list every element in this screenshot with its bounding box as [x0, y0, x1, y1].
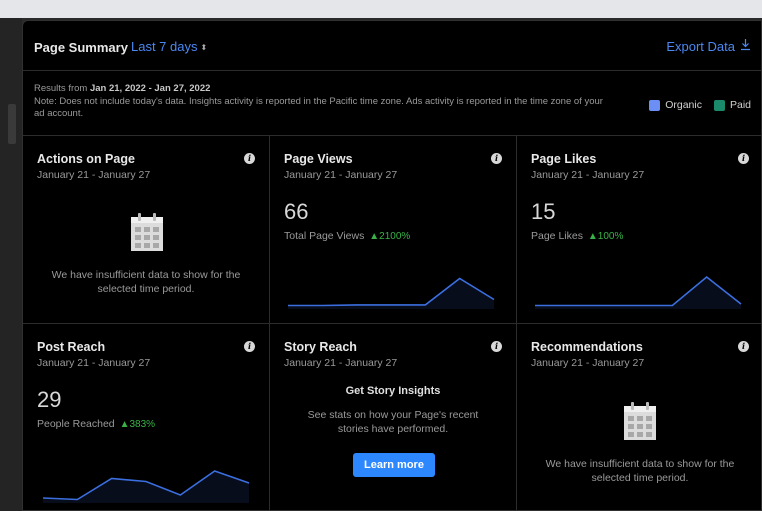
- post-reach-sparkline: [42, 470, 250, 503]
- info-icon[interactable]: i: [244, 341, 255, 352]
- info-icon[interactable]: i: [244, 153, 255, 164]
- page-views-sparkline: [288, 277, 495, 309]
- card-title: Page Views: [284, 152, 353, 166]
- download-icon: [740, 38, 751, 54]
- card-dates: January 21 - January 27: [531, 169, 645, 181]
- card-title: Page Likes: [531, 152, 597, 166]
- paid-swatch: [713, 99, 725, 111]
- card-page-views[interactable]: Page Views January 21 - January 27 i 66 …: [270, 136, 517, 324]
- card-title: Recommendations: [531, 340, 643, 354]
- metric-subtitle: Total Page Views ▲2100%: [284, 230, 410, 242]
- app-frame: Page Summary Last 7 days ⬍ Export Data Re…: [0, 0, 762, 511]
- insufficient-data-message: We have insufficient data to show for th…: [51, 269, 241, 295]
- card-story-reach[interactable]: Story Reach January 21 - January 27 i Ge…: [270, 324, 517, 510]
- results-prefix: Results from: [34, 83, 90, 94]
- metric-value: 15: [531, 199, 556, 224]
- top-bar: [0, 0, 762, 18]
- export-data-label: Export Data: [666, 39, 735, 54]
- page-title: Page Summary: [34, 40, 128, 55]
- metric-change: ▲383%: [119, 419, 156, 430]
- info-icon[interactable]: i: [738, 341, 749, 352]
- date-range-label: Last 7 days: [131, 39, 198, 54]
- calendar-icon: [624, 402, 656, 440]
- sort-caret-icon: ⬍: [200, 43, 208, 52]
- metrics-grid: Actions on Page January 21 - January 27 …: [23, 135, 761, 510]
- legend: Organic Paid: [637, 99, 751, 111]
- card-page-likes[interactable]: Page Likes January 21 - January 27 i 15 …: [517, 136, 761, 324]
- page-likes-sparkline: [535, 275, 742, 309]
- card-dates: January 21 - January 27: [37, 169, 151, 181]
- export-data-button[interactable]: Export Data: [666, 38, 751, 54]
- results-note: Results from Jan 21, 2022 - Jan 27, 2022…: [34, 83, 614, 121]
- card-title: Actions on Page: [37, 152, 135, 166]
- info-icon[interactable]: i: [491, 153, 502, 164]
- legend-paid: Paid: [713, 99, 751, 111]
- metric-label: People Reached: [37, 418, 115, 430]
- metric-subtitle: People Reached ▲383%: [37, 418, 155, 430]
- card-dates: January 21 - January 27: [531, 357, 645, 369]
- metric-value: 66: [284, 199, 309, 224]
- story-insights-text: See stats on how your Page's recent stor…: [307, 409, 479, 435]
- page-summary-panel: Page Summary Last 7 days ⬍ Export Data Re…: [22, 20, 762, 511]
- card-title: Post Reach: [37, 340, 106, 354]
- story-insights-heading: Get Story Insights: [345, 385, 441, 397]
- note-text: Note: Does not include today's data. Ins…: [34, 95, 603, 120]
- metric-subtitle: Page Likes ▲100%: [531, 230, 623, 242]
- insufficient-data-message: We have insufficient data to show for th…: [545, 458, 735, 484]
- sparkline-area: [535, 277, 741, 309]
- card-dates: January 21 - January 27: [37, 357, 151, 369]
- results-range: Jan 21, 2022 - Jan 27, 2022: [89, 83, 211, 94]
- learn-more-button[interactable]: Learn more: [353, 453, 435, 477]
- date-range-dropdown[interactable]: Last 7 days ⬍: [131, 39, 207, 54]
- metric-change: ▲100%: [587, 231, 624, 242]
- info-icon[interactable]: i: [491, 341, 502, 352]
- legend-organic: Organic: [649, 99, 702, 111]
- card-dates: January 21 - January 27: [284, 169, 398, 181]
- organic-swatch: [649, 99, 661, 111]
- legend-organic-label: Organic: [665, 99, 702, 111]
- card-post-reach[interactable]: Post Reach January 21 - January 27 i 29 …: [23, 324, 270, 510]
- left-gutter: [0, 18, 22, 511]
- legend-paid-label: Paid: [729, 99, 751, 111]
- metric-value: 29: [37, 387, 62, 412]
- calendar-icon: [131, 213, 163, 251]
- panel-header: Page Summary Last 7 days ⬍ Export Data: [23, 21, 761, 71]
- sparkline-area: [43, 471, 249, 503]
- metric-label: Page Likes: [531, 230, 583, 242]
- metric-label: Total Page Views: [284, 230, 365, 242]
- card-actions-on-page[interactable]: Actions on Page January 21 - January 27 …: [23, 136, 270, 324]
- card-dates: January 21 - January 27: [284, 357, 398, 369]
- card-title: Story Reach: [284, 340, 357, 354]
- gutter-handle[interactable]: [8, 104, 16, 144]
- info-icon[interactable]: i: [738, 153, 749, 164]
- metric-change: ▲2100%: [369, 231, 411, 242]
- card-recommendations[interactable]: Recommendations January 21 - January 27 …: [517, 324, 761, 510]
